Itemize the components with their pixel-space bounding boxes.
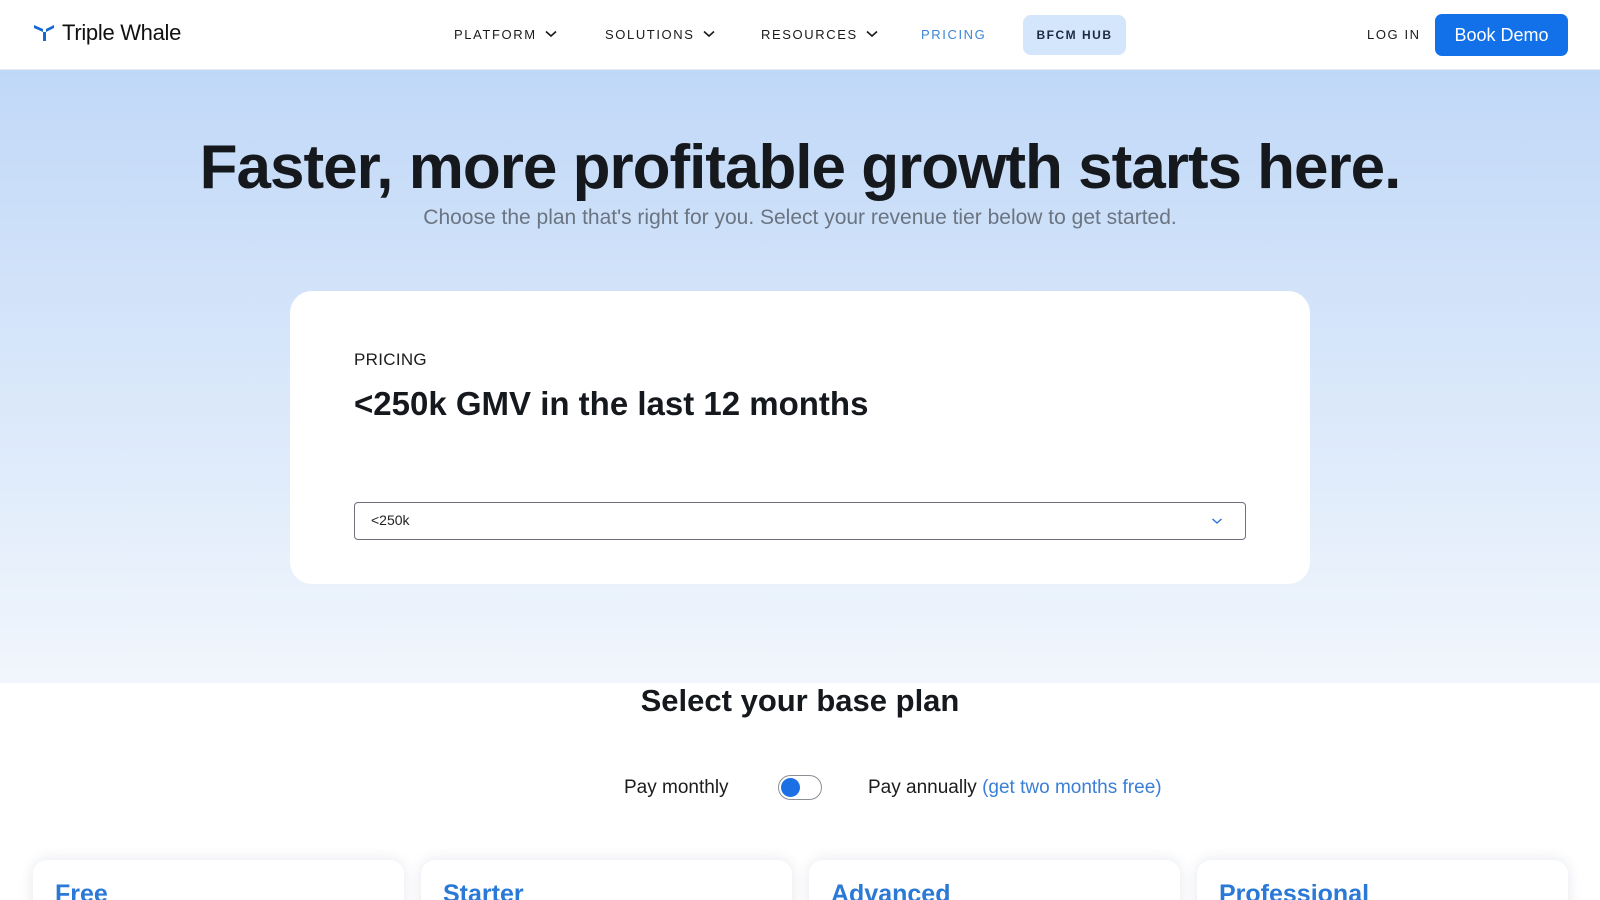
chevron-down-icon: [545, 30, 557, 38]
brand-logo[interactable]: Triple Whale: [33, 20, 181, 46]
hero-title: Faster, more profitable growth starts he…: [199, 133, 1402, 202]
annual-discount-note: (get two months free): [982, 777, 1162, 798]
nav-solutions[interactable]: SOLUTIONS: [605, 20, 715, 48]
nav-pricing[interactable]: PRICING: [921, 20, 986, 48]
pay-monthly-label[interactable]: Pay monthly: [624, 777, 729, 799]
pay-annually-label[interactable]: Pay annually (get two months free): [868, 777, 1162, 799]
top-navigation: Triple Whale PLATFORM SOLUTIONS RESOURCE…: [0, 0, 1600, 70]
plans-heading: Select your base plan: [640, 683, 960, 718]
nav-resources[interactable]: RESOURCES: [761, 20, 878, 48]
plan-name: Starter: [443, 880, 524, 900]
plan-card-free[interactable]: Free: [33, 860, 404, 900]
nav-pricing-label: PRICING: [921, 26, 987, 42]
nav-platform-label: PLATFORM: [454, 26, 537, 42]
nav-platform[interactable]: PLATFORM: [454, 20, 557, 48]
plan-card-starter[interactable]: Starter: [421, 860, 792, 900]
tier-selected-value: <250k: [371, 512, 410, 528]
pricing-eyebrow: PRICING: [354, 350, 427, 369]
chevron-down-icon: [702, 30, 715, 38]
billing-toggle-row: Pay monthly Pay annually (get two months…: [0, 775, 1600, 805]
revenue-tier-card: PRICING <250k GMV in the last 12 months …: [290, 291, 1310, 584]
tier-heading: <250k GMV in the last 12 months: [354, 385, 869, 422]
toggle-knob: [781, 778, 800, 797]
plan-card-advanced[interactable]: Advanced: [809, 860, 1180, 900]
book-demo-button[interactable]: Book Demo: [1435, 14, 1568, 56]
bfcm-hub-button[interactable]: BFCM HUB: [1023, 15, 1126, 55]
plan-name: Free: [55, 880, 108, 900]
plan-card-professional[interactable]: Professional: [1197, 860, 1568, 900]
whale-tail-icon: [34, 25, 54, 41]
pay-annually-text: Pay annually: [868, 777, 977, 798]
revenue-tier-select[interactable]: <250k: [354, 502, 1246, 540]
hero-section: Faster, more profitable growth starts he…: [0, 70, 1600, 683]
billing-period-toggle[interactable]: [778, 775, 822, 800]
nav-resources-label: RESOURCES: [761, 26, 858, 42]
hero-subtitle: Choose the plan that's right for you. Se…: [423, 206, 1177, 229]
login-link[interactable]: LOG IN: [1367, 20, 1421, 48]
nav-solutions-label: SOLUTIONS: [605, 26, 695, 42]
chevron-down-icon: [1212, 518, 1222, 524]
chevron-down-icon: [866, 30, 878, 38]
brand-name: Triple Whale: [62, 20, 182, 45]
plan-name: Advanced: [831, 880, 951, 900]
plan-name: Professional: [1219, 880, 1370, 900]
